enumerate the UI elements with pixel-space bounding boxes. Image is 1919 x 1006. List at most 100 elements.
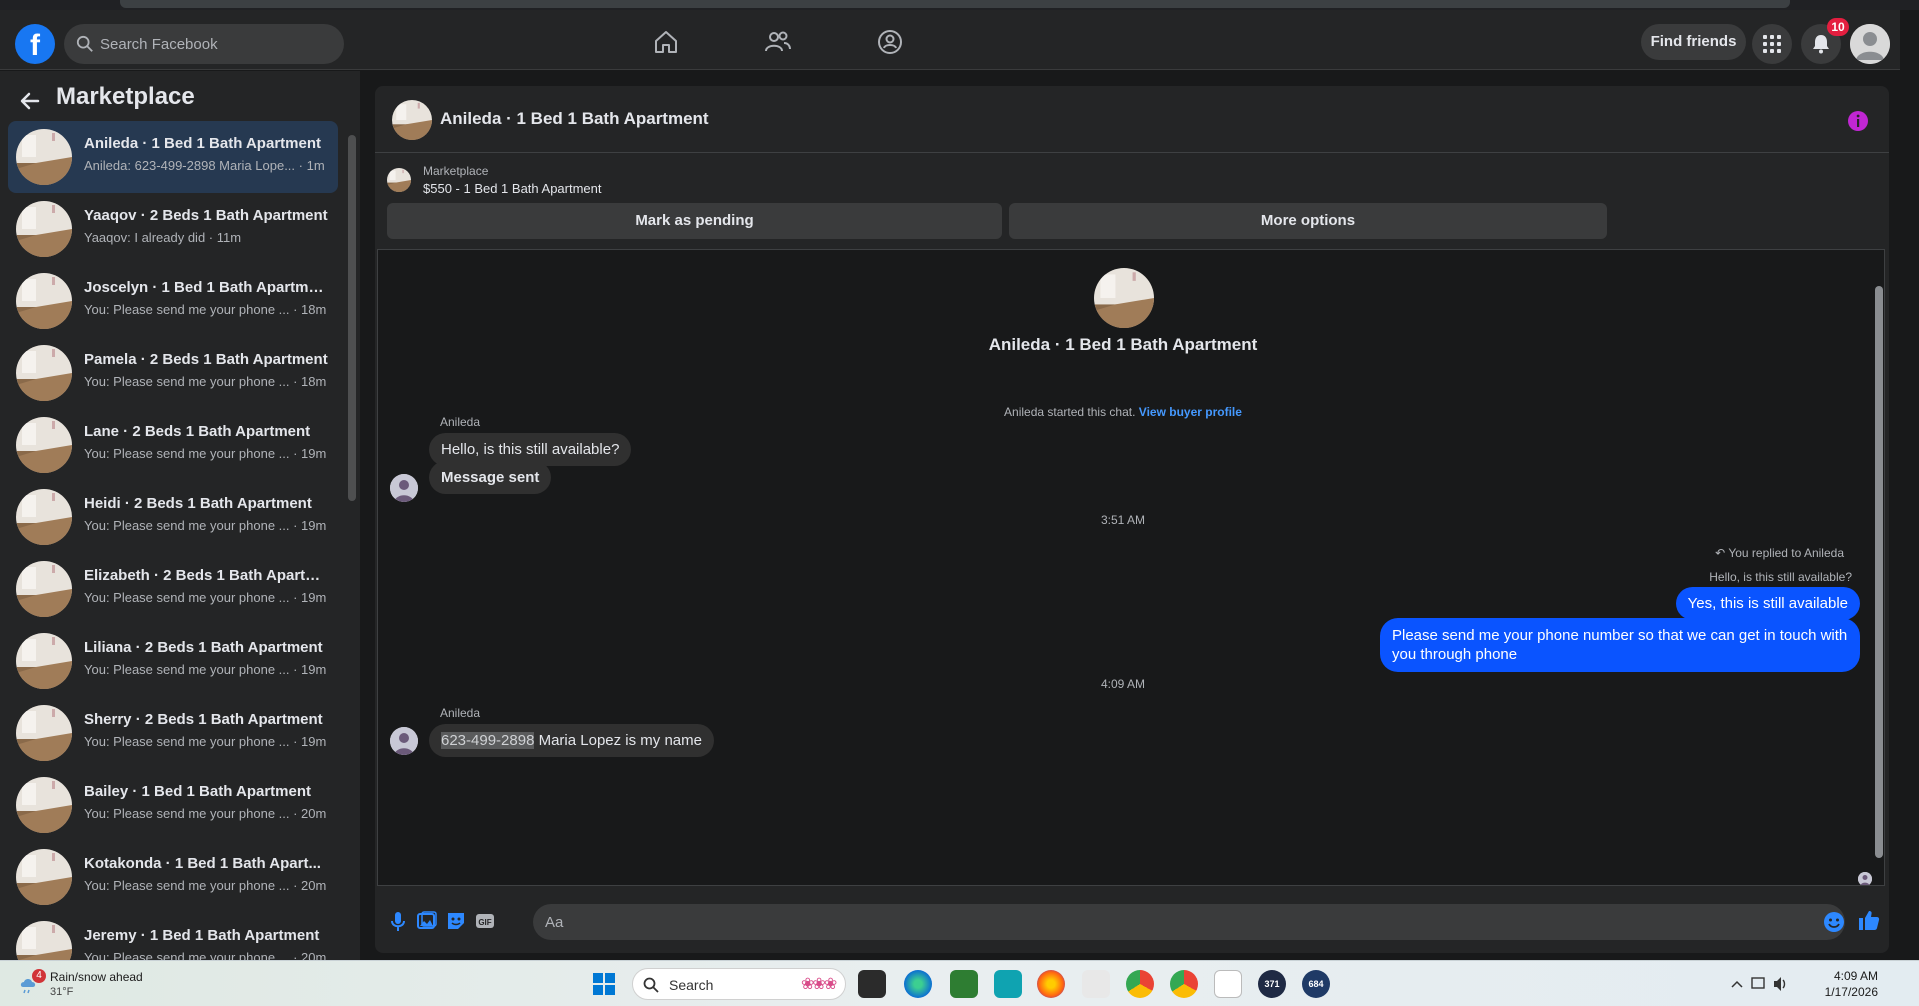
taskbar-search-label: Search (669, 977, 714, 993)
counter-app-icon[interactable]: 371 (1258, 970, 1286, 998)
sender-name: Anileda (440, 415, 481, 429)
conversation-item[interactable]: Jeremy · 1 Bed 1 Bath Apartment You: Plea… (8, 913, 338, 961)
sheets-app-icon[interactable] (950, 970, 978, 998)
conversation-item[interactable]: Bailey · 1 Bed 1 Bath Apartment You: Plea… (8, 769, 338, 841)
photo-icon[interactable] (416, 910, 438, 932)
reply-note: ↶ You replied to Anileda (1715, 546, 1844, 560)
search-input[interactable] (100, 24, 330, 64)
seen-indicator-avatar (1858, 872, 1872, 885)
conversation-preview: You: Please send me your phone ... · 19m (84, 446, 327, 461)
conversation-thumbnail (1094, 268, 1154, 328)
groups-icon[interactable] (876, 28, 904, 56)
taskbar-search[interactable]: Search ❀❀❀ (632, 968, 846, 1000)
gif-icon[interactable]: GIF (474, 910, 496, 932)
info-icon[interactable] (1847, 110, 1869, 132)
conversation-name: Jeremy · 1 Bed 1 Bath Apartment (84, 927, 320, 944)
conversation-item[interactable]: Liliana · 2 Beds 1 Bath Apartment You: Pl… (8, 625, 338, 697)
conversation-item[interactable]: Kotakonda · 1 Bed 1 Bath Apart... You: Pl… (8, 841, 338, 913)
message-text: Maria Lopez is my name (534, 732, 702, 749)
weather-temperature: 31°F (50, 986, 74, 998)
sidebar-scrollbar[interactable] (347, 121, 357, 961)
outgoing-message[interactable]: Yes, this is still available (1675, 587, 1860, 620)
sender-name: Anileda (440, 706, 481, 720)
tray-icons (1731, 977, 1786, 991)
conversation-item[interactable]: Heidi · 2 Beds 1 Bath Apartment You: Plea… (8, 481, 338, 553)
highlighted-phone-number[interactable]: 623-499-2898 (441, 732, 535, 749)
chat-started-text: Anileda started this chat. (1004, 405, 1136, 419)
conversation-name: Heidi · 2 Beds 1 Bath Apartment (84, 495, 312, 512)
system-tray[interactable] (1730, 971, 1790, 997)
conversation-name: Anileda · 1 Bed 1 Bath Apartment (84, 135, 321, 152)
profile-avatar[interactable] (1850, 24, 1890, 64)
search-icon (643, 977, 659, 993)
default-avatar-icon (1850, 24, 1890, 64)
search-box[interactable] (64, 24, 344, 64)
conversation-thumbnail (16, 633, 72, 689)
listing-thumbnail[interactable] (392, 100, 432, 140)
sender-avatar[interactable] (390, 727, 418, 755)
snipping-tool-icon[interactable] (1082, 970, 1110, 998)
facebook-logo-icon[interactable]: f (15, 24, 55, 64)
conversation-preview: You: Please send me your phone ... · 19m (84, 734, 327, 749)
conversation-thumbnail (16, 705, 72, 761)
page-scrollbar[interactable] (1900, 10, 1919, 960)
chat-panel: Anileda · 1 Bed 1 Bath Apartment Marketp… (375, 86, 1889, 953)
task-view-icon[interactable] (858, 970, 886, 998)
incoming-message[interactable]: Message sent (429, 461, 552, 494)
windows-taskbar: 4 Rain/snow ahead 31°F Search ❀❀❀ 371 68… (0, 960, 1919, 1006)
menu-button[interactable] (1752, 24, 1792, 64)
view-buyer-profile-link[interactable]: View buyer profile (1139, 405, 1242, 419)
firefox-icon[interactable] (1037, 970, 1065, 998)
skype-like-app-icon[interactable] (994, 970, 1022, 998)
app-badge: 371 (1264, 979, 1280, 989)
top-navigation: f Find friends 10 (0, 10, 1900, 70)
conversation-name: Joscelyn · 1 Bed 1 Bath Apartment (84, 279, 330, 296)
conversation-preview: You: Please send me your phone ... · 19m (84, 518, 327, 533)
outgoing-message[interactable]: Please send me your phone number so that… (1380, 618, 1860, 672)
chrome-profile-icon[interactable] (1126, 970, 1154, 998)
mark-as-pending-button[interactable]: Mark as pending (387, 203, 1002, 239)
like-thumb-icon[interactable] (1857, 908, 1881, 932)
microphone-icon[interactable] (387, 910, 409, 932)
quoted-message[interactable]: Hello, is this still available? (1709, 570, 1852, 584)
conversation-item[interactable]: Joscelyn · 1 Bed 1 Bath Apartment You: Pl… (8, 265, 338, 337)
system-clock[interactable]: 4:09 AM 1/17/2026 (1804, 968, 1878, 1000)
find-friends-button[interactable]: Find friends (1641, 24, 1746, 60)
chat-title[interactable]: Anileda · 1 Bed 1 Bath Apartment (440, 109, 709, 129)
windows-start-icon[interactable] (592, 972, 616, 996)
conversation-name: Sherry · 2 Beds 1 Bath Apartment (84, 711, 323, 728)
conversation-item[interactable]: Anileda · 1 Bed 1 Bath Apartment Anileda:… (8, 121, 338, 193)
message-input-box[interactable] (533, 904, 1845, 940)
chat-header: Anileda · 1 Bed 1 Bath Apartment (375, 86, 1889, 153)
conversation-preview: You: Please send me your phone ... · 20m (84, 806, 327, 821)
conversation-name: Kotakonda · 1 Bed 1 Bath Apart... (84, 855, 321, 872)
counter-app-icon[interactable]: 684 (1302, 970, 1330, 998)
friends-icon[interactable] (764, 28, 792, 56)
emoji-icon[interactable] (1823, 911, 1845, 933)
message-input[interactable] (545, 904, 1745, 940)
conversation-item[interactable]: Pamela · 2 Beds 1 Bath Apartment You: Ple… (8, 337, 338, 409)
chrome-profile-icon[interactable] (1170, 970, 1198, 998)
conversation-thumbnail (16, 201, 72, 257)
sticker-icon[interactable] (445, 910, 467, 932)
incoming-message[interactable]: 623-499-2898 Maria Lopez is my name (429, 724, 714, 757)
weather-widget[interactable]: 4 Rain/snow ahead 31°F (18, 969, 178, 1001)
sender-avatar[interactable] (390, 474, 418, 502)
home-icon[interactable] (652, 28, 680, 56)
message-timestamp: 3:51 AM (1100, 513, 1146, 527)
clock-time: 4:09 AM (1833, 969, 1878, 983)
conversation-item[interactable]: Elizabeth · 2 Beds 1 Bath Apartm... You: … (8, 553, 338, 625)
browser-tab-bar (120, 0, 1790, 8)
conversation-item[interactable]: Sherry · 2 Beds 1 Bath Apartment You: Ple… (8, 697, 338, 769)
conversation-item[interactable]: Yaaqov · 2 Beds 1 Bath Apartment Yaaqov: … (8, 193, 338, 265)
conversation-preview: You: Please send me your phone ... · 18m (84, 302, 327, 317)
conversation-item[interactable]: Lane · 2 Beds 1 Bath Apartment You: Pleas… (8, 409, 338, 481)
more-options-button[interactable]: More options (1009, 203, 1607, 239)
conversation-preview: You: Please send me your phone ... · 18m (84, 374, 327, 389)
chat-started-note: Anileda started this chat. View buyer pr… (378, 405, 1868, 419)
conversation-preview: You: Please send me your phone ... · 19m (84, 662, 327, 677)
message-scrollbar[interactable] (1874, 250, 1884, 885)
file-icon[interactable] (1214, 970, 1242, 998)
edge-browser-icon[interactable] (904, 970, 932, 998)
back-arrow-icon[interactable] (18, 89, 42, 113)
